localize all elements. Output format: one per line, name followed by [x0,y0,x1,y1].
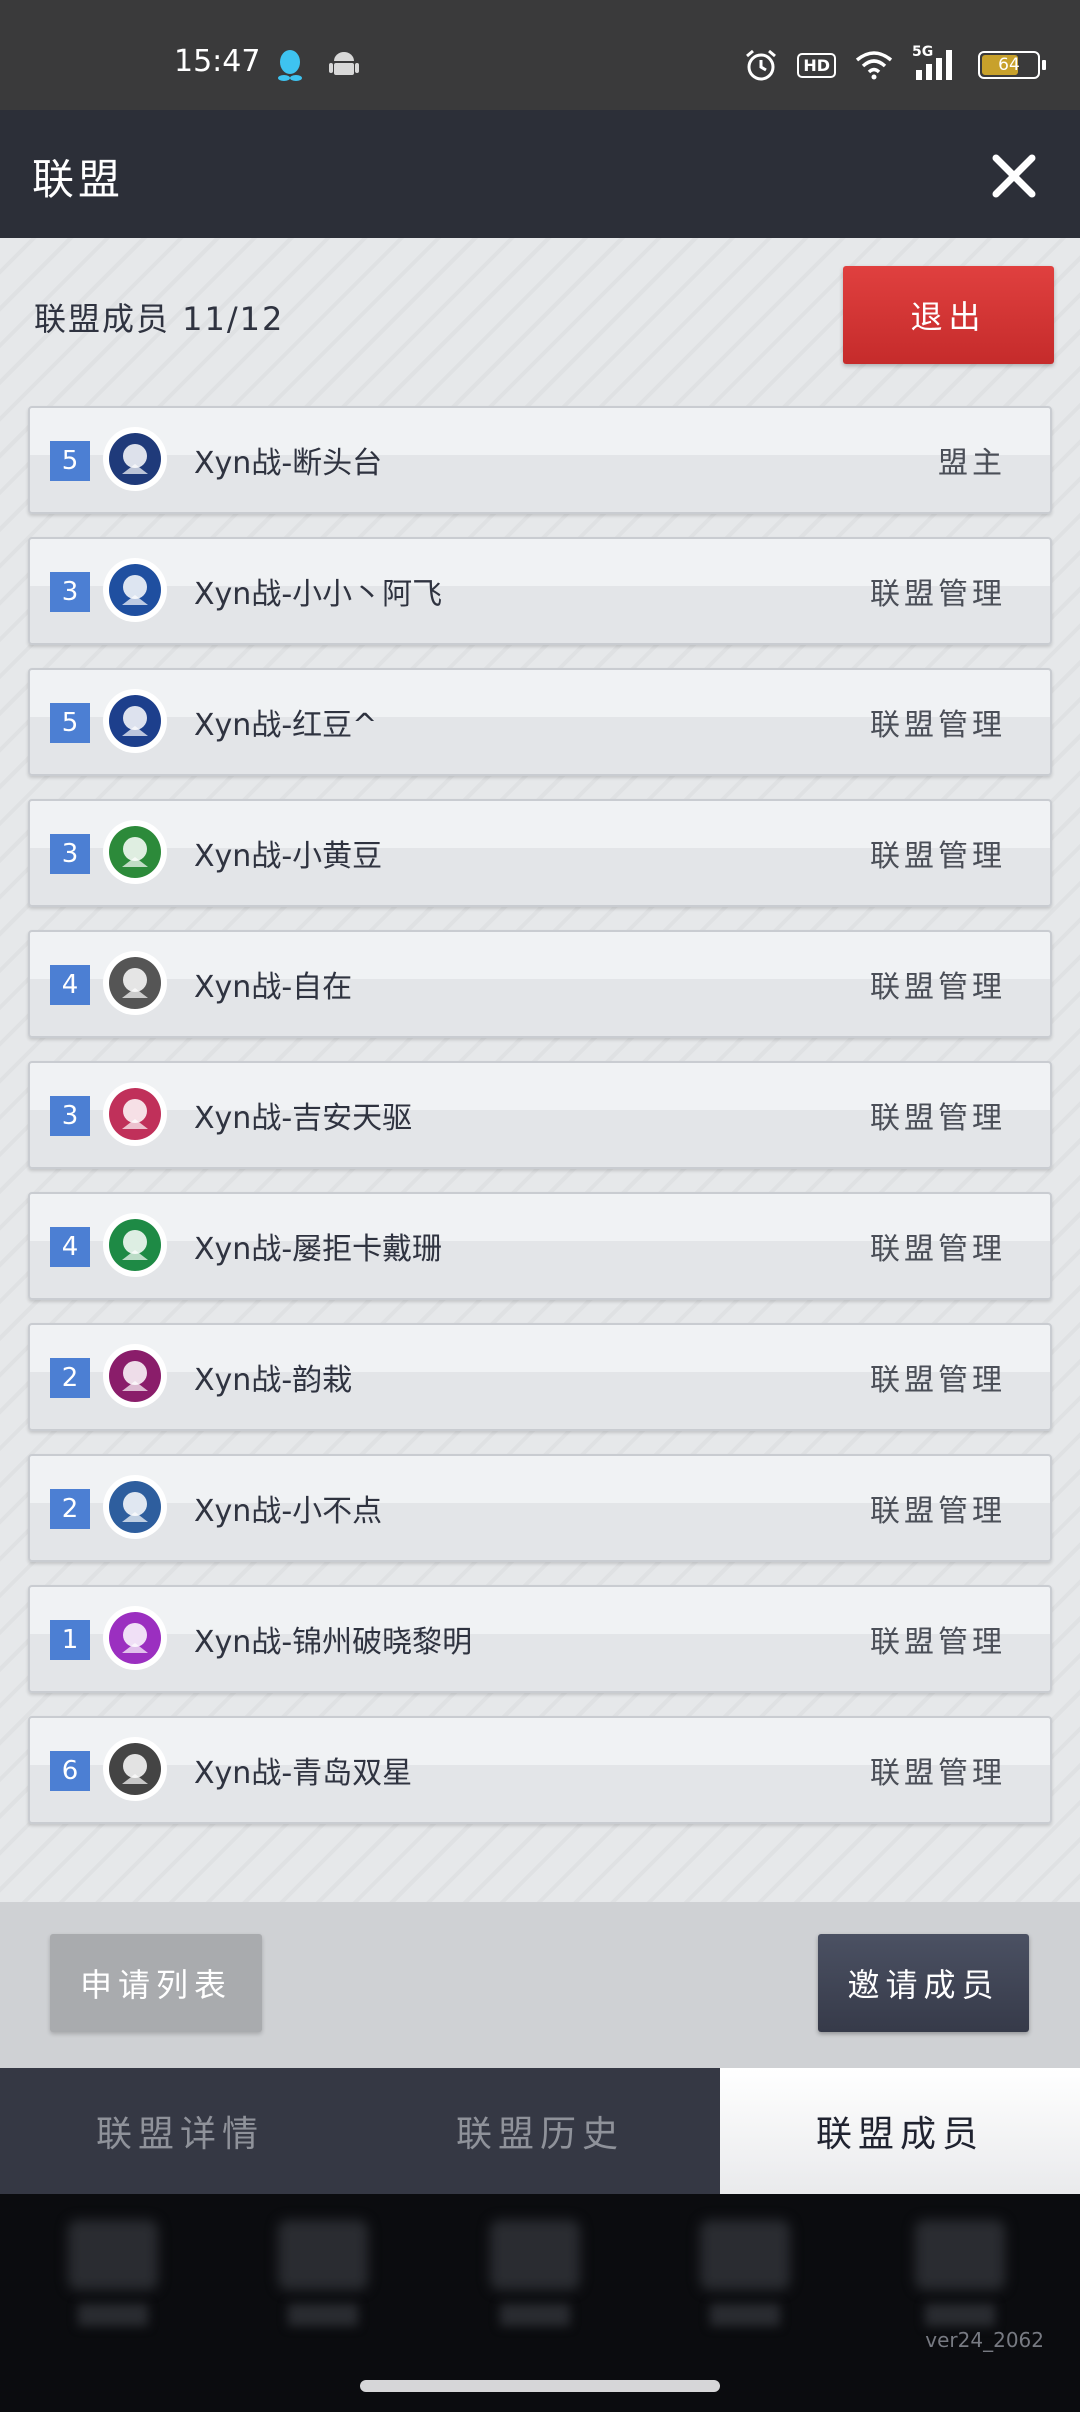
action-bar: 申请列表 邀请成员 [0,1902,1080,2068]
tab-bar: 联盟详情 联盟历史 联盟成员 [0,2068,1080,2194]
member-role: 联盟管理 [870,970,1006,1005]
member-row[interactable]: 4 Xyn战-自在 联盟管理 [28,930,1052,1038]
member-role: 联盟管理 [870,839,1006,874]
member-name: Xyn战-断头台 [194,446,383,481]
avatar-pumpkin-badge-icon [103,1606,167,1670]
dialog-header: 联盟 [0,110,1080,238]
apply-list-button[interactable]: 申请列表 [50,1934,262,2032]
member-name: Xyn战-吉安天驱 [194,1101,413,1136]
status-icons: HD 5G 64 [743,44,1046,82]
home-gesture-handle[interactable] [360,2380,720,2392]
rank-badge: 2 [50,1358,90,1398]
avatar-eagle-badge-icon [103,427,167,491]
rank-badge: 5 [50,441,90,481]
rank-badge: 3 [50,572,90,612]
member-name: Xyn战-韵栽 [194,1363,353,1398]
blurred-label [500,2304,570,2326]
avatar-flower-hex-badge-icon [103,1082,167,1146]
blurred-label [925,2304,995,2326]
blurred-label [288,2304,358,2326]
member-panel: 联盟成员 11/12 退出 5 Xyn战-断头台 盟主 3 Xyn战-小小丶阿飞 联盟管理… [0,238,1080,1902]
member-row[interactable]: 4 Xyn战-屡拒卡戴珊 联盟管理 [28,1192,1052,1300]
rank-badge: 3 [50,1096,90,1136]
member-role: 联盟管理 [870,1232,1006,1267]
tab-alliance-details[interactable]: 联盟详情 [0,2068,360,2194]
member-row[interactable]: 2 Xyn战-小不点 联盟管理 [28,1454,1052,1562]
avatar-knight-badge-icon [103,558,167,622]
blurred-icon [490,2220,580,2290]
alarm-icon [746,49,777,81]
member-role: 联盟管理 [870,1363,1006,1398]
rank-badge: 1 [50,1620,90,1660]
member-count: 联盟成员 11/12 [34,300,285,338]
blurred-icon [915,2220,1005,2290]
member-row[interactable]: 3 Xyn战-小小丶阿飞 联盟管理 [28,537,1052,645]
blurred-label [710,2304,780,2326]
battery-icon: 64 [978,51,1046,79]
rank-badge: 4 [50,1227,90,1267]
version-label: ver24_2062 [925,2328,1044,2352]
invite-member-button[interactable]: 邀请成员 [818,1934,1029,2032]
member-role: 联盟管理 [870,1494,1006,1529]
rank-badge: 6 [50,1751,90,1791]
qq-icon [278,50,302,81]
member-name: Xyn战-小黄豆 [194,839,383,874]
member-role: 联盟管理 [870,1625,1006,1660]
avatar-wolf-shield-badge-icon [103,1737,167,1801]
member-role: 联盟管理 [870,708,1006,743]
avatar-dragon-badge-icon [103,951,167,1015]
avatar-eagle-shield-badge-icon [103,689,167,753]
signal-5g-icon: 5G [912,44,960,82]
avatar-rhino-badge-icon [103,1213,167,1277]
tab-alliance-members[interactable]: 联盟成员 [720,2068,1080,2194]
rank-badge: 5 [50,703,90,743]
member-list: 5 Xyn战-断头台 盟主 3 Xyn战-小小丶阿飞 联盟管理 5 Xyn战-红豆^ 联盟管理 3… [28,406,1052,1847]
member-role: 联盟管理 [870,1756,1006,1791]
blurred-icon [278,2220,368,2290]
member-row[interactable]: 1 Xyn战-锦州破晓黎明 联盟管理 [28,1585,1052,1693]
rank-badge: 3 [50,834,90,874]
background-game-nav: ver24_2062 [0,2194,1080,2364]
rank-badge: 2 [50,1489,90,1529]
blurred-icon [68,2220,158,2290]
hd-icon: HD [797,52,836,78]
blurred-label [78,2304,148,2326]
tab-alliance-history[interactable]: 联盟历史 [360,2068,720,2194]
member-role: 联盟管理 [870,1101,1006,1136]
system-nav-bar [0,2364,1080,2412]
battery-level: 64 [998,55,1020,75]
page-title: 联盟 [32,155,125,204]
member-name: Xyn战-小不点 [194,1494,383,1529]
android-icon [329,52,359,75]
blurred-icon [700,2220,790,2290]
member-row[interactable]: 2 Xyn战-韵栽 联盟管理 [28,1323,1052,1431]
member-row[interactable]: 6 Xyn战-青岛双星 联盟管理 [28,1716,1052,1824]
member-role: 联盟管理 [870,577,1006,612]
member-name: Xyn战-青岛双星 [194,1756,413,1791]
member-row[interactable]: 3 Xyn战-小黄豆 联盟管理 [28,799,1052,907]
member-name: Xyn战-红豆^ [194,708,378,743]
clock: 15:47 [174,44,261,79]
member-row[interactable]: 5 Xyn战-断头台 盟主 [28,406,1052,514]
member-role: 盟主 [938,446,1006,481]
quit-button[interactable]: 退出 [843,266,1054,364]
member-row[interactable]: 5 Xyn战-红豆^ 联盟管理 [28,668,1052,776]
status-bar: 15:47 HD 5G 64 [0,0,1080,110]
member-name: Xyn战-自在 [194,970,353,1005]
member-row[interactable]: 3 Xyn战-吉安天驱 联盟管理 [28,1061,1052,1169]
wifi-icon [855,51,893,80]
member-name: Xyn战-屡拒卡戴珊 [194,1232,443,1267]
rank-badge: 4 [50,965,90,1005]
avatar-saturn-badge-icon [103,820,167,884]
avatar-ninja-badge-icon [103,1344,167,1408]
close-icon[interactable] [986,148,1042,204]
member-name: Xyn战-小小丶阿飞 [194,577,443,612]
avatar-demon-badge-icon [103,1475,167,1539]
member-name: Xyn战-锦州破晓黎明 [194,1625,473,1660]
